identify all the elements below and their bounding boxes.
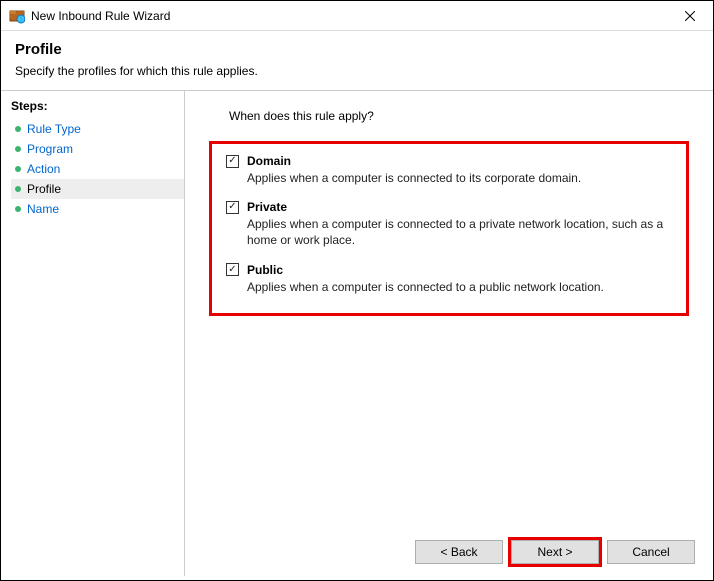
profile-row: ✓ Public <box>226 263 672 277</box>
steps-title: Steps: <box>11 99 184 113</box>
step-label: Action <box>27 162 60 176</box>
page-title: Profile <box>15 41 699 58</box>
public-desc: Applies when a computer is connected to … <box>247 279 672 295</box>
page-subtitle: Specify the profiles for which this rule… <box>15 64 699 78</box>
close-icon <box>685 11 695 21</box>
step-label: Rule Type <box>27 122 81 136</box>
step-label: Name <box>27 202 59 216</box>
step-name[interactable]: Name <box>11 199 184 219</box>
public-checkbox[interactable]: ✓ <box>226 263 239 276</box>
step-bullet-icon <box>15 166 21 172</box>
public-label: Public <box>247 263 283 277</box>
profile-question: When does this rule apply? <box>209 109 689 123</box>
back-button[interactable]: < Back <box>415 540 503 564</box>
domain-desc: Applies when a computer is connected to … <box>247 170 672 186</box>
profile-row: ✓ Private <box>226 200 672 214</box>
step-program[interactable]: Program <box>11 139 184 159</box>
wizard-footer: < Back Next > Cancel <box>415 540 695 564</box>
profile-private: ✓ Private Applies when a computer is con… <box>226 200 672 248</box>
step-bullet-icon <box>15 126 21 132</box>
domain-label: Domain <box>247 154 291 168</box>
steps-sidebar: Steps: Rule Type Program Action Profile … <box>1 91 184 576</box>
profile-domain: ✓ Domain Applies when a computer is conn… <box>226 154 672 186</box>
profiles-highlight-box: ✓ Domain Applies when a computer is conn… <box>209 141 689 316</box>
step-bullet-icon <box>15 206 21 212</box>
private-checkbox[interactable]: ✓ <box>226 201 239 214</box>
window-title: New Inbound Rule Wizard <box>31 9 170 23</box>
close-button[interactable] <box>667 1 713 31</box>
profile-public: ✓ Public Applies when a computer is conn… <box>226 263 672 295</box>
firewall-icon <box>9 8 25 24</box>
cancel-button[interactable]: Cancel <box>607 540 695 564</box>
step-label: Program <box>27 142 73 156</box>
step-bullet-icon <box>15 186 21 192</box>
wizard-body: Steps: Rule Type Program Action Profile … <box>1 91 713 576</box>
titlebar: New Inbound Rule Wizard <box>1 1 713 31</box>
private-label: Private <box>247 200 287 214</box>
private-desc: Applies when a computer is connected to … <box>247 216 672 248</box>
next-button[interactable]: Next > <box>511 540 599 564</box>
titlebar-left: New Inbound Rule Wizard <box>9 8 170 24</box>
step-profile[interactable]: Profile <box>11 179 184 199</box>
step-rule-type[interactable]: Rule Type <box>11 119 184 139</box>
wizard-header: Profile Specify the profiles for which t… <box>1 31 713 90</box>
step-action[interactable]: Action <box>11 159 184 179</box>
profile-row: ✓ Domain <box>226 154 672 168</box>
step-bullet-icon <box>15 146 21 152</box>
domain-checkbox[interactable]: ✓ <box>226 155 239 168</box>
wizard-content: When does this rule apply? ✓ Domain Appl… <box>184 91 713 576</box>
step-label: Profile <box>27 182 61 196</box>
